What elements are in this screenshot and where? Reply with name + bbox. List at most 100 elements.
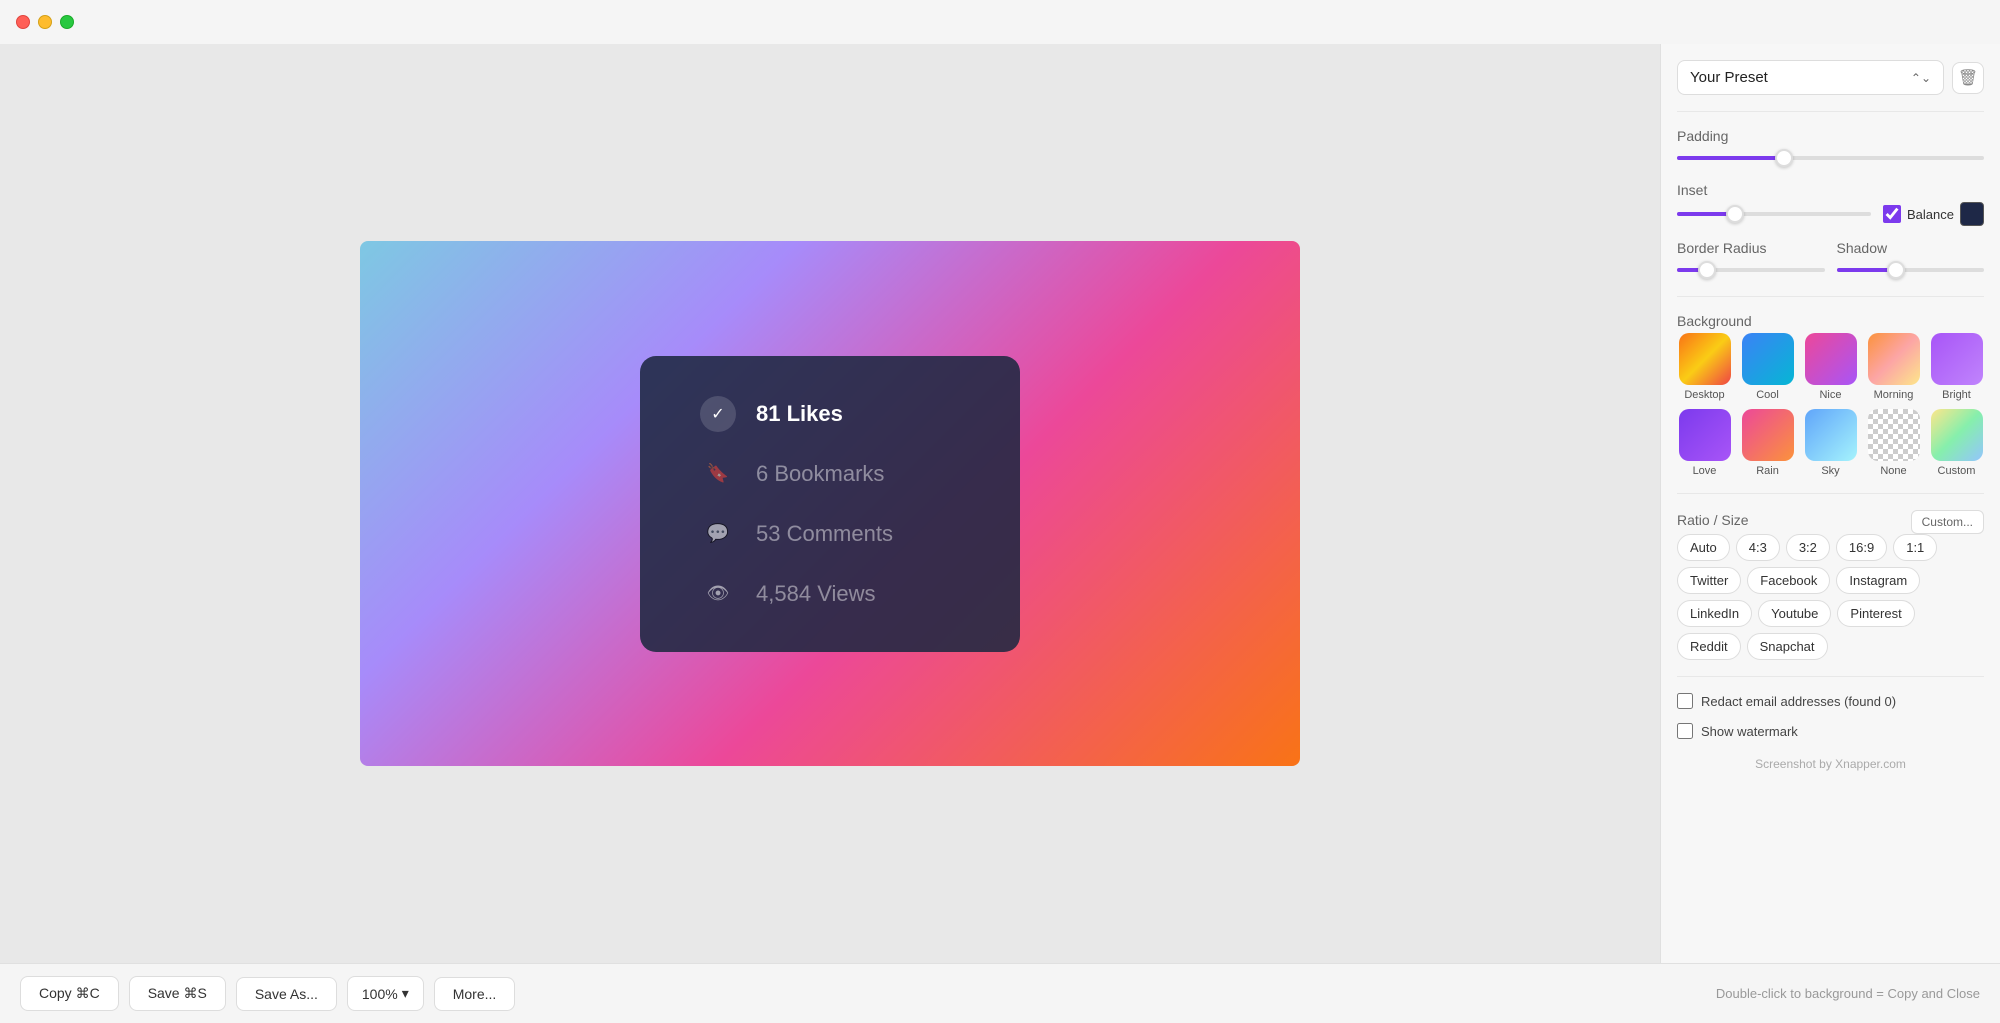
ratio-pill-linkedin[interactable]: LinkedIn [1677, 600, 1752, 627]
ratio-label: Ratio / Size [1677, 512, 1749, 528]
watermark-checkbox[interactable] [1677, 723, 1693, 739]
ratio-pill-16-9[interactable]: 16:9 [1836, 534, 1887, 561]
padding-fill [1677, 156, 1784, 160]
views-row: 👁 4,584 Views [700, 576, 960, 612]
maximize-button[interactable] [60, 15, 74, 29]
ratio-pills: Auto4:33:216:91:1 TwitterFacebookInstagra… [1677, 534, 1984, 660]
hint-text: Double-click to background = Copy and Cl… [1716, 986, 1980, 1001]
ratio-pill-youtube[interactable]: Youtube [1758, 600, 1831, 627]
bg-swatch-nice [1805, 333, 1857, 385]
custom-size-button[interactable]: Custom... [1911, 510, 1984, 534]
divider4 [1677, 676, 1984, 677]
ratio-pill-facebook[interactable]: Facebook [1747, 567, 1830, 594]
ratio-pill-auto[interactable]: Auto [1677, 534, 1730, 561]
shadow-slider[interactable] [1837, 260, 1985, 280]
bg-item-custom[interactable]: Custom [1929, 409, 1984, 477]
bg-name-love: Love [1693, 465, 1717, 477]
inset-label: Inset [1677, 182, 1984, 198]
save-button[interactable]: Save ⌘S [129, 976, 226, 1011]
main-area: ✓ 81 Likes 🔖 6 Bookmarks 💬 53 Comments 👁… [0, 44, 2000, 963]
bg-item-desktop[interactable]: Desktop [1677, 333, 1732, 401]
bg-swatch-desktop [1679, 333, 1731, 385]
ratio-header: Ratio / Size Custom... [1677, 510, 1984, 534]
padding-section: Padding [1677, 128, 1984, 168]
bg-item-none[interactable]: None [1866, 409, 1921, 477]
comments-row: 💬 53 Comments [700, 516, 960, 552]
shadow-track [1837, 268, 1985, 272]
border-radius-thumb[interactable] [1698, 261, 1716, 279]
right-panel: Your Preset ⌃⌄ 🗑 Padding Inset [1660, 44, 2000, 963]
ratio-pill-reddit[interactable]: Reddit [1677, 633, 1741, 660]
inset-section: Inset Balance [1677, 182, 1984, 226]
ratio-pill-3-2[interactable]: 3:2 [1786, 534, 1830, 561]
bg-name-bright: Bright [1942, 389, 1971, 401]
titlebar [0, 0, 2000, 44]
preset-select[interactable]: Your Preset ⌃⌄ [1677, 60, 1944, 95]
bg-item-nice[interactable]: Nice [1803, 333, 1858, 401]
bg-name-desktop: Desktop [1684, 389, 1724, 401]
bookmarks-row: 🔖 6 Bookmarks [700, 456, 960, 492]
inset-slider[interactable] [1677, 204, 1871, 224]
inset-thumb[interactable] [1726, 205, 1744, 223]
padding-slider[interactable] [1677, 148, 1984, 168]
more-button[interactable]: More... [434, 977, 516, 1011]
bg-item-morning[interactable]: Morning [1866, 333, 1921, 401]
bg-swatch-sky [1805, 409, 1857, 461]
border-shadow-section: Border Radius Shadow [1677, 240, 1984, 280]
shadow-label: Shadow [1837, 240, 1985, 256]
padding-label: Padding [1677, 128, 1984, 144]
chevron-updown-icon: ⌃⌄ [1911, 71, 1931, 85]
bg-swatch-cool [1742, 333, 1794, 385]
redact-row: Redact email addresses (found 0) [1677, 693, 1984, 709]
bg-item-rain[interactable]: Rain [1740, 409, 1795, 477]
ratio-pill-snapchat[interactable]: Snapchat [1747, 633, 1828, 660]
bg-swatch-morning [1868, 333, 1920, 385]
canvas-area[interactable]: ✓ 81 Likes 🔖 6 Bookmarks 💬 53 Comments 👁… [0, 44, 1660, 963]
bg-swatch-love [1679, 409, 1731, 461]
bg-name-custom: Custom [1938, 465, 1976, 477]
bg-name-morning: Morning [1874, 389, 1914, 401]
bg-swatch-none [1868, 409, 1920, 461]
preset-row: Your Preset ⌃⌄ 🗑 [1677, 60, 1984, 95]
close-button[interactable] [16, 15, 30, 29]
bg-name-sky: Sky [1821, 465, 1839, 477]
zoom-label: 100% [362, 986, 398, 1002]
minimize-button[interactable] [38, 15, 52, 29]
bg-item-sky[interactable]: Sky [1803, 409, 1858, 477]
redact-checkbox[interactable] [1677, 693, 1693, 709]
shadow-thumb[interactable] [1887, 261, 1905, 279]
ratio-pill-instagram[interactable]: Instagram [1836, 567, 1920, 594]
bg-swatch-bright [1931, 333, 1983, 385]
preview-image: ✓ 81 Likes 🔖 6 Bookmarks 💬 53 Comments 👁… [360, 241, 1300, 766]
bookmarks-text: 6 Bookmarks [756, 461, 884, 487]
padding-thumb[interactable] [1775, 149, 1793, 167]
stats-card: ✓ 81 Likes 🔖 6 Bookmarks 💬 53 Comments 👁… [640, 356, 1020, 652]
color-swatch[interactable] [1960, 202, 1984, 226]
save-as-button[interactable]: Save As... [236, 977, 337, 1011]
bg-name-nice: Nice [1819, 389, 1841, 401]
balance-checkbox[interactable] [1883, 205, 1901, 223]
divider3 [1677, 493, 1984, 494]
border-radius-slider[interactable] [1677, 260, 1825, 280]
bg-item-bright[interactable]: Bright [1929, 333, 1984, 401]
ratio-pill-1-1[interactable]: 1:1 [1893, 534, 1937, 561]
balance-label: Balance [1907, 207, 1954, 222]
background-grid: Desktop Cool Nice Morning Bright Love Rain Sky N… [1677, 333, 1984, 477]
comments-text: 53 Comments [756, 521, 893, 547]
ratio-pill-twitter[interactable]: Twitter [1677, 567, 1741, 594]
delete-preset-button[interactable]: 🗑 [1952, 62, 1984, 94]
divider [1677, 111, 1984, 112]
ratio-pill-4-3[interactable]: 4:3 [1736, 534, 1780, 561]
bg-name-cool: Cool [1756, 389, 1779, 401]
copy-button[interactable]: Copy ⌘C [20, 976, 119, 1011]
border-radius-label: Border Radius [1677, 240, 1825, 256]
zoom-button[interactable]: 100% ▾ [347, 976, 424, 1011]
background-section: Background DesktopCoolNiceMorningBrightL… [1677, 313, 1984, 477]
border-radius-track [1677, 268, 1825, 272]
bg-item-love[interactable]: Love [1677, 409, 1732, 477]
redact-label: Redact email addresses (found 0) [1701, 694, 1896, 709]
watermark-label: Show watermark [1701, 724, 1798, 739]
ratio-pill-pinterest[interactable]: Pinterest [1837, 600, 1914, 627]
bg-item-cool[interactable]: Cool [1740, 333, 1795, 401]
bg-name-none: None [1880, 465, 1906, 477]
